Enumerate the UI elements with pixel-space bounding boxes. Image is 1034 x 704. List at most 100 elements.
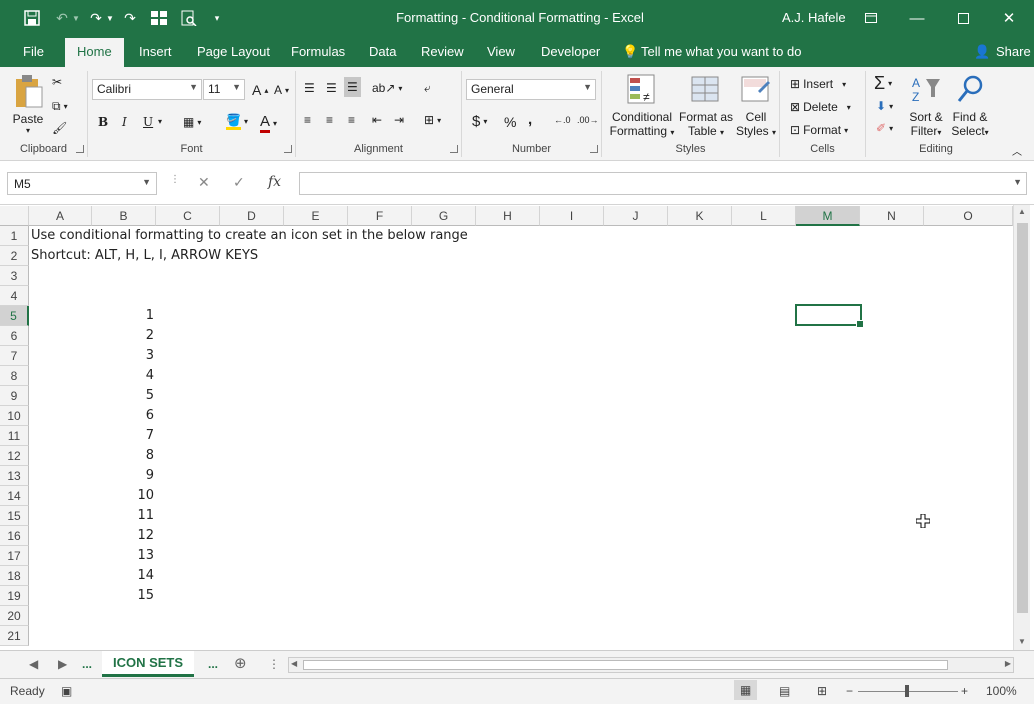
- page-layout-view-icon[interactable]: ▤: [779, 684, 790, 698]
- cell-b5[interactable]: 1: [92, 306, 154, 326]
- column-header-j[interactable]: J: [604, 206, 668, 226]
- zoom-slider-thumb[interactable]: [905, 685, 909, 697]
- wrap-text-icon[interactable]: ⤶: [424, 81, 431, 96]
- prev-sheet-icon[interactable]: ◀: [29, 657, 38, 671]
- merge-center-icon[interactable]: ⊞ ▾: [424, 113, 441, 127]
- bottom-align-icon[interactable]: ☰: [344, 77, 361, 97]
- decrease-font-icon[interactable]: A ▾: [274, 83, 289, 97]
- delete-cells-button[interactable]: ⊠ Delete ▾: [790, 100, 851, 114]
- cell-b11[interactable]: 7: [92, 426, 154, 446]
- cell-styles-button[interactable]: Cell Styles ▾: [734, 73, 778, 138]
- underline-button[interactable]: U: [143, 115, 153, 129]
- column-header-l[interactable]: L: [732, 206, 796, 226]
- cell-a2[interactable]: Shortcut: ALT, H, L, I, ARROW KEYS: [31, 246, 258, 266]
- column-header-c[interactable]: C: [156, 206, 220, 226]
- cell-b7[interactable]: 3: [92, 346, 154, 366]
- column-header-a[interactable]: A: [29, 206, 92, 226]
- column-header-k[interactable]: K: [668, 206, 732, 226]
- tab-review[interactable]: Review: [421, 44, 464, 59]
- next-sheet-icon[interactable]: ▶: [58, 657, 67, 671]
- cell-b12[interactable]: 8: [92, 446, 154, 466]
- orientation-icon[interactable]: ab↗ ▾: [372, 81, 402, 95]
- align-left-icon[interactable]: ≡: [304, 113, 311, 127]
- row-header-2[interactable]: 2: [0, 246, 29, 266]
- autosum-icon[interactable]: Σ ▾: [874, 73, 892, 94]
- undo-dropdown-icon[interactable]: ▼: [66, 8, 86, 28]
- alignment-launcher[interactable]: [450, 145, 458, 153]
- find-select-button[interactable]: Find & Select▾: [950, 73, 990, 138]
- format-cells-button[interactable]: ⊡ Format ▾: [790, 123, 848, 137]
- font-launcher[interactable]: [284, 145, 292, 153]
- decrease-decimal-icon[interactable]: .00→: [577, 115, 599, 125]
- zoom-out-icon[interactable]: −: [846, 684, 853, 698]
- copy-icon[interactable]: ⧉ ▾: [52, 99, 68, 114]
- print-preview-icon[interactable]: [179, 8, 199, 28]
- column-header-o[interactable]: O: [924, 206, 1013, 226]
- cell-b8[interactable]: 4: [92, 366, 154, 386]
- name-box[interactable]: M5 ▼: [7, 172, 157, 195]
- percent-button[interactable]: %: [504, 114, 516, 130]
- tab-split-handle[interactable]: ⋮: [268, 657, 280, 671]
- formula-input[interactable]: ▼: [299, 172, 1027, 195]
- cell-b14[interactable]: 10: [92, 486, 154, 506]
- row-header-18[interactable]: 18: [0, 566, 29, 586]
- tab-insert[interactable]: Insert: [139, 44, 172, 59]
- cell-b9[interactable]: 5: [92, 386, 154, 406]
- increase-font-icon[interactable]: A ▴: [252, 82, 268, 98]
- row-header-6[interactable]: 6: [0, 326, 29, 346]
- cell-b16[interactable]: 12: [92, 526, 154, 546]
- tab-data[interactable]: Data: [369, 44, 396, 59]
- worksheet-grid[interactable]: ▲ ▼ A B C D E F G H I J K L M N O 1 2 3 4 5 6 7 8 9 10 11 12 13 14 15…: [0, 205, 1034, 650]
- row-header-11[interactable]: 11: [0, 426, 29, 446]
- sort-filter-button[interactable]: AZ Sort & Filter▾: [906, 73, 946, 138]
- row-header-12[interactable]: 12: [0, 446, 29, 466]
- scroll-down-icon[interactable]: ▼: [1018, 637, 1026, 646]
- cancel-icon[interactable]: ✕: [198, 174, 210, 191]
- tell-me-search[interactable]: Tell me what you want to do: [641, 44, 801, 59]
- comma-button[interactable]: ,: [528, 111, 532, 128]
- sheets-right-more[interactable]: ...: [208, 657, 218, 671]
- align-right-icon[interactable]: ≡: [348, 113, 355, 127]
- column-header-h[interactable]: H: [476, 206, 540, 226]
- page-break-view-icon[interactable]: ⊞: [817, 684, 827, 698]
- paste-button[interactable]: Paste ▾: [8, 73, 48, 135]
- column-header-e[interactable]: E: [284, 206, 348, 226]
- tab-developer[interactable]: Developer: [541, 44, 600, 59]
- new-sheet-icon[interactable]: ⊕: [234, 654, 247, 672]
- share-button[interactable]: Share: [996, 44, 1031, 59]
- zoom-in-icon[interactable]: +: [961, 684, 968, 698]
- row-header-1[interactable]: 1: [0, 226, 29, 246]
- save-icon[interactable]: [22, 8, 42, 28]
- row-header-16[interactable]: 16: [0, 526, 29, 546]
- user-name[interactable]: A.J. Hafele: [782, 10, 846, 25]
- collapse-ribbon-icon[interactable]: ︿: [1012, 143, 1022, 158]
- cut-icon[interactable]: ✂: [52, 75, 62, 89]
- row-header-8[interactable]: 8: [0, 366, 29, 386]
- row-header-4[interactable]: 4: [0, 286, 29, 306]
- normal-view-icon[interactable]: ▦: [734, 680, 758, 700]
- cell-b10[interactable]: 6: [92, 406, 154, 426]
- row-header-3[interactable]: 3: [0, 266, 29, 286]
- conditional-formatting-button[interactable]: ≠ Conditional Formatting ▾: [606, 73, 678, 138]
- clipboard-launcher[interactable]: [76, 145, 84, 153]
- insert-cells-button[interactable]: ⊞ Insert ▾: [790, 77, 846, 91]
- format-painter-icon[interactable]: 🖌: [52, 121, 67, 135]
- cell-b15[interactable]: 11: [92, 506, 154, 526]
- number-launcher[interactable]: [590, 145, 598, 153]
- bold-button[interactable]: B: [98, 115, 108, 129]
- close-icon[interactable]: ✕: [994, 6, 1024, 30]
- row-header-19[interactable]: 19: [0, 586, 29, 606]
- column-header-d[interactable]: D: [220, 206, 284, 226]
- sheet-tab-icon-sets[interactable]: ICON SETS: [102, 651, 194, 677]
- tab-file[interactable]: File: [23, 44, 44, 59]
- currency-button[interactable]: $ ▾: [472, 113, 487, 130]
- format-as-table-button[interactable]: Format as Table ▾: [678, 73, 734, 138]
- underline-dropdown-icon[interactable]: ▾: [158, 117, 162, 126]
- font-size-combo[interactable]: 11 ▼: [203, 79, 245, 100]
- row-header-7[interactable]: 7: [0, 346, 29, 366]
- cell-b18[interactable]: 14: [92, 566, 154, 586]
- row-header-13[interactable]: 13: [0, 466, 29, 486]
- row-header-5[interactable]: 5: [0, 306, 29, 326]
- more-options-icon[interactable]: ⋮: [170, 174, 180, 185]
- tab-formulas[interactable]: Formulas: [291, 44, 345, 59]
